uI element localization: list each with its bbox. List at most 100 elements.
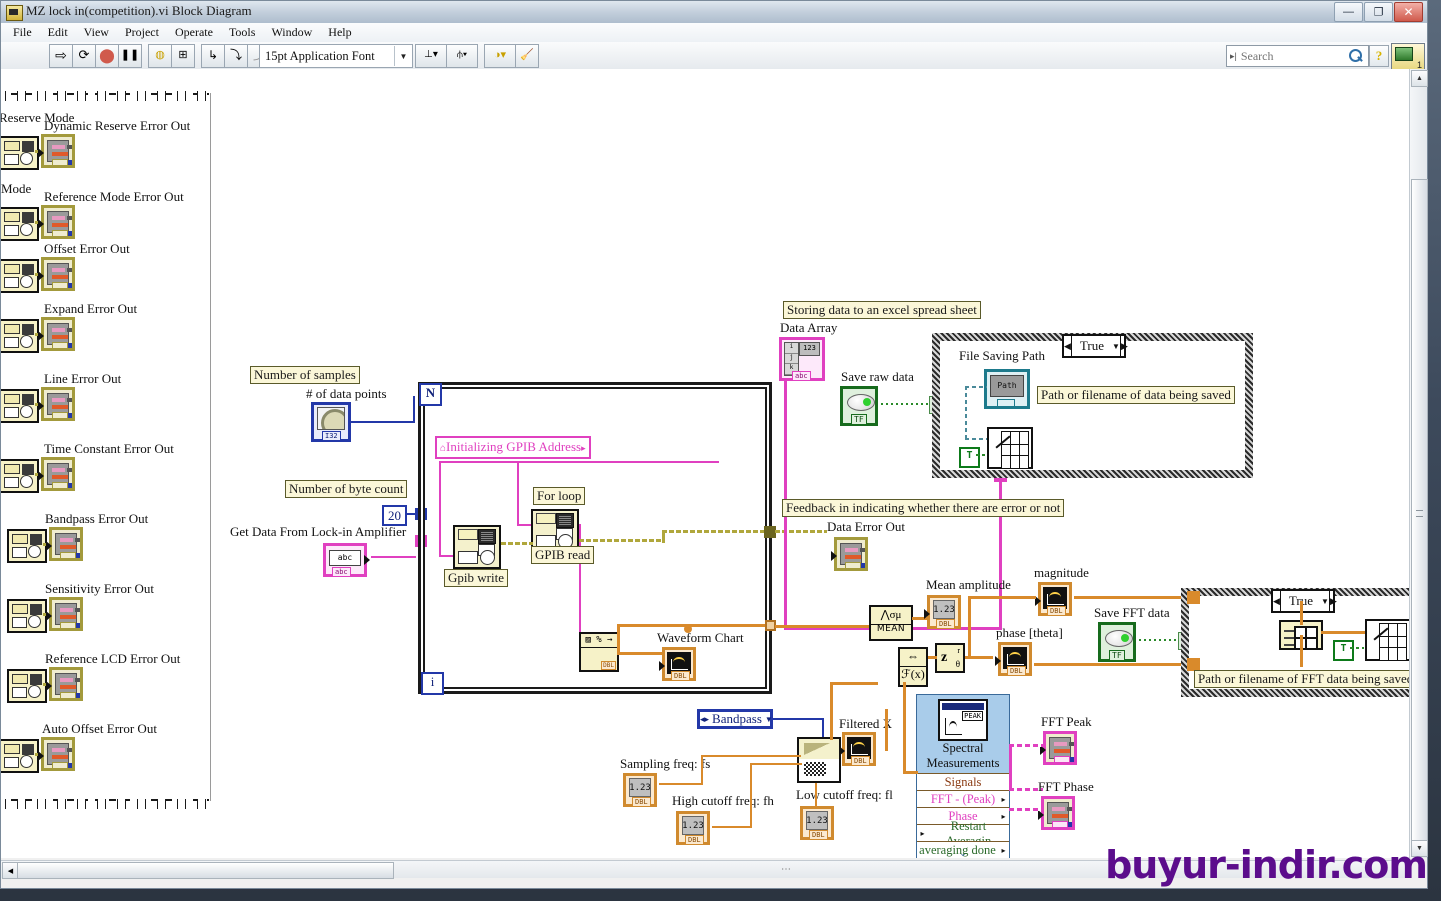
control-number-of-data-points[interactable]: I32 — [311, 402, 351, 442]
distribute-objects-button[interactable]: ⫛▾ — [446, 44, 478, 68]
indicator-fft-phase[interactable] — [1038, 796, 1075, 830]
scroll-up-button[interactable]: ▲ — [1411, 70, 1428, 87]
write-fft-spreadsheet-node[interactable] — [1365, 619, 1409, 661]
indicator-reference mode error out[interactable] — [38, 205, 75, 239]
chevron-down-icon[interactable]: ▼ — [394, 46, 412, 66]
indicator-phase[interactable]: DBL — [995, 642, 1032, 676]
property-node-5[interactable] — [1, 459, 39, 493]
block-diagram-canvas[interactable]: Reserve Mode Mode Dynamic Reserve Error … — [1, 69, 1409, 858]
property-node-7[interactable] — [7, 599, 47, 633]
indicator-offset error out[interactable] — [38, 257, 75, 291]
fft-case-prev-arrow-icon[interactable]: ◀ — [1273, 591, 1281, 611]
property-node-4[interactable] — [1, 389, 39, 423]
search-input[interactable] — [1238, 47, 1331, 65]
express-vi-expand-chevron-icon[interactable]: ⌄ — [959, 848, 967, 858]
run-button[interactable]: ⇨ — [49, 44, 73, 68]
express-row-signals[interactable]: Signals — [917, 773, 1009, 791]
control-file-saving-path[interactable]: Path — [984, 369, 1030, 409]
menu-item-view[interactable]: View — [76, 24, 117, 41]
property-node-8[interactable] — [7, 669, 47, 703]
case-selector-save-raw[interactable]: ◀ True ▼ ▶ — [1062, 334, 1128, 358]
case-next-arrow-icon[interactable]: ▶ — [1119, 336, 1128, 356]
write-to-spreadsheet-node[interactable] — [987, 427, 1033, 469]
vertical-scroll-thumb[interactable] — [1411, 179, 1428, 841]
for-loop-index-terminal[interactable]: i — [421, 672, 444, 695]
mean-node[interactable]: ⋀σμ MEAN — [869, 605, 913, 641]
random-number-node[interactable]: ▨ % → DBL — [579, 632, 619, 672]
gpib-write-node[interactable] — [453, 525, 501, 569]
express-row-restart-averaging[interactable]: ▸ Restart Averagin — [917, 819, 1009, 848]
retain-wire-values-button[interactable]: ⊞ — [171, 44, 195, 68]
control-sampling-freq[interactable]: 1.23 DBL — [623, 773, 657, 807]
fx-formula-node[interactable]: ⇔ ℱ(x) — [898, 647, 928, 687]
free-label-path-note: Path or filename of data being saved — [1037, 386, 1235, 404]
reorder-button[interactable]: ◑▾ — [484, 44, 516, 68]
control-lockin-command-string[interactable]: abc abc — [323, 543, 370, 577]
help-button[interactable]: ? — [1369, 45, 1389, 67]
indicator-sensitivity error out[interactable] — [46, 597, 83, 631]
indicator-time constant error out[interactable] — [38, 457, 75, 491]
minimize-button[interactable]: — — [1334, 2, 1363, 22]
ring-arrows-icon[interactable]: ◂▸ — [700, 714, 709, 725]
search-box[interactable]: ▸| — [1226, 45, 1369, 67]
vi-icon-badge[interactable]: 1 — [1391, 43, 1425, 71]
clean-up-diagram-button[interactable]: 🧹 — [515, 44, 539, 68]
property-node-2[interactable] — [1, 259, 39, 293]
indicator-dynamic reserve error out[interactable] — [38, 134, 75, 168]
indicator-fft-peak[interactable] — [1040, 731, 1077, 765]
case-selector-save-fft[interactable]: ◀ True ▼ ▶ — [1271, 589, 1337, 613]
property-node-3[interactable] — [1, 319, 39, 353]
fft-case-next-arrow-icon[interactable]: ▶ — [1328, 591, 1337, 611]
font-selector[interactable]: 15pt Application Font ▼ — [259, 44, 413, 68]
indicator-magnitude[interactable]: DBL — [1035, 582, 1072, 616]
vertical-scrollbar[interactable]: ▲ ▼ — [1409, 69, 1428, 858]
menu-item-project[interactable]: Project — [117, 24, 167, 41]
close-button[interactable]: ✕ — [1394, 2, 1423, 22]
highlight-execution-button[interactable]: ◍ — [148, 44, 172, 68]
control-save-raw-data[interactable]: TF — [840, 386, 878, 426]
polar-convert-node[interactable]: z r θ — [935, 643, 965, 673]
indicator-bandpass error out[interactable] — [46, 527, 83, 561]
indicator-data-array[interactable]: ijk 123 abc — [779, 337, 825, 381]
menu-item-edit[interactable]: Edit — [40, 24, 76, 41]
control-filter-type[interactable]: ◂▸ Bandpass ▼ — [697, 709, 773, 729]
menu-item-window[interactable]: Window — [263, 24, 320, 41]
express-vi-spectral-measurements[interactable]: PEAK Spectral Measurements Signals FFT -… — [916, 694, 1010, 858]
chevron-down-icon[interactable]: ▼ — [1321, 597, 1329, 606]
control-high-cutoff-freq[interactable]: 1.23 DBL — [676, 811, 710, 845]
filter-node[interactable] — [797, 737, 841, 783]
case-prev-arrow-icon[interactable]: ◀ — [1064, 336, 1072, 356]
indicator-mean-amplitude[interactable]: 1.23 DBL — [924, 595, 961, 629]
menu-item-operate[interactable]: Operate — [167, 24, 221, 41]
menu-item-help[interactable]: Help — [320, 24, 359, 41]
property-node-0[interactable] — [1, 136, 39, 170]
chevron-down-icon[interactable]: ▼ — [1112, 342, 1120, 351]
align-objects-button[interactable]: ⊥▾ — [415, 44, 447, 68]
pause-button[interactable]: ❚❚ — [118, 44, 142, 68]
property-node-9[interactable] — [1, 739, 39, 773]
menu-item-file[interactable]: File — [5, 24, 40, 41]
step-into-button[interactable]: ↳ — [201, 44, 225, 68]
indicator-expand error out[interactable] — [38, 317, 75, 351]
restore-button[interactable]: ❐ — [1364, 2, 1393, 22]
menu-item-tools[interactable]: Tools — [221, 24, 264, 41]
express-row-fft-peak[interactable]: FFT - (Peak) ▸ — [917, 790, 1009, 808]
abort-execution-button[interactable]: ⬤ — [95, 44, 119, 68]
control-save-fft-data[interactable]: TF — [1098, 622, 1136, 662]
indicator-filtered-x[interactable]: DBL — [839, 732, 876, 766]
true-constant-fft[interactable]: T — [1333, 640, 1354, 661]
property-node-6[interactable] — [7, 529, 47, 563]
for-loop-count-terminal[interactable]: N — [419, 383, 442, 406]
indicator-waveform-chart[interactable]: DBL — [659, 647, 696, 681]
true-constant-raw[interactable]: T — [959, 447, 980, 468]
run-continuously-button[interactable]: ⟳ — [72, 44, 96, 68]
control-low-cutoff-freq[interactable]: 1.23 DBL — [800, 806, 834, 840]
indicator-auto offset error out[interactable] — [38, 737, 75, 771]
search-icon[interactable] — [1349, 48, 1364, 64]
indicator-data-error-out[interactable] — [831, 537, 868, 571]
property-node-1[interactable] — [1, 207, 39, 241]
indicator-reference lcd error out[interactable] — [46, 667, 83, 701]
step-over-button[interactable]: ⤵ — [224, 44, 248, 68]
horizontal-scroll-thumb[interactable] — [17, 862, 394, 879]
indicator-line error out[interactable] — [38, 387, 75, 421]
